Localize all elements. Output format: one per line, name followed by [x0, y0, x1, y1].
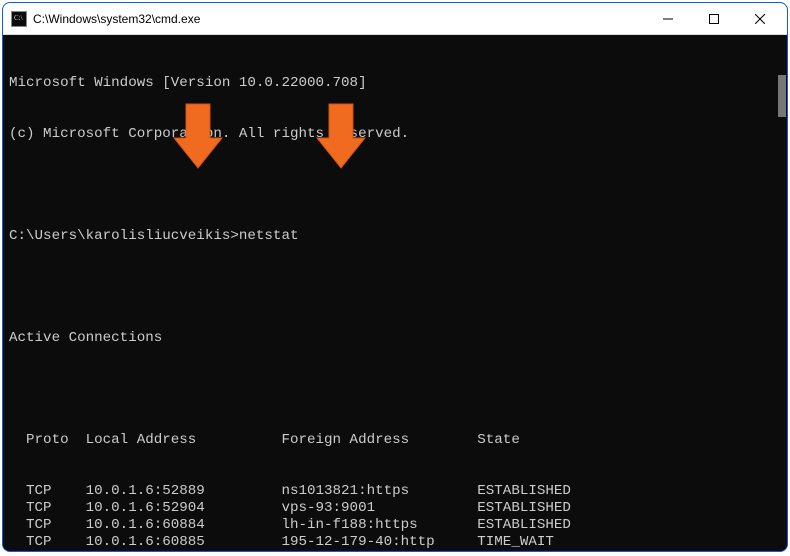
connection-row: TCP 10.0.1.6:52904 vps-93:9001 ESTABLISH…	[9, 500, 781, 517]
minimize-button[interactable]	[645, 3, 691, 35]
connections-list: TCP 10.0.1.6:52889 ns1013821:https ESTAB…	[9, 483, 781, 551]
prompt-line: C:\Users\karolisliucveikis>netstat	[9, 228, 781, 245]
copyright-line: (c) Microsoft Corporation. All rights re…	[9, 126, 781, 143]
cmd-icon: C:\	[11, 11, 27, 27]
connection-row: TCP 10.0.1.6:60884 lh-in-f188:https ESTA…	[9, 517, 781, 534]
window-buttons	[645, 3, 783, 34]
connection-row: TCP 10.0.1.6:60885 195-12-179-40:http TI…	[9, 534, 781, 551]
close-button[interactable]	[737, 3, 783, 35]
terminal-area[interactable]: Microsoft Windows [Version 10.0.22000.70…	[3, 35, 787, 551]
svg-text:C:\: C:\	[14, 14, 23, 22]
blank-line	[9, 177, 781, 194]
blank-line	[9, 279, 781, 296]
titlebar[interactable]: C:\ C:\Windows\system32\cmd.exe	[3, 3, 787, 35]
active-connections-label: Active Connections	[9, 330, 781, 347]
maximize-button[interactable]	[691, 3, 737, 35]
scrollbar-thumb[interactable]	[778, 75, 786, 117]
connection-row: TCP 10.0.1.6:52889 ns1013821:https ESTAB…	[9, 483, 781, 500]
window-title: C:\Windows\system32\cmd.exe	[33, 12, 645, 26]
connections-header: Proto Local Address Foreign Address Stat…	[9, 432, 781, 449]
command-prompt-window: C:\ C:\Windows\system32\cmd.exe Microsof…	[2, 2, 788, 552]
blank-line	[9, 381, 781, 398]
version-line: Microsoft Windows [Version 10.0.22000.70…	[9, 75, 781, 92]
